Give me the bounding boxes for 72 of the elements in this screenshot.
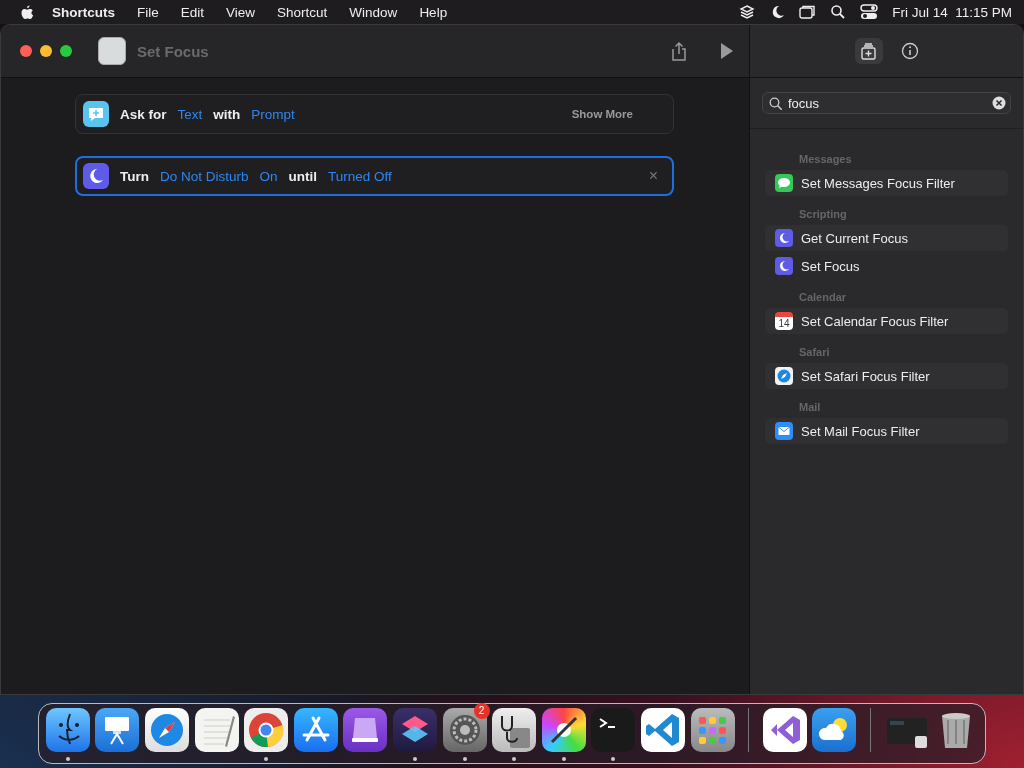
calendar-icon: 14 [775, 312, 793, 330]
envelope-icon [775, 422, 793, 440]
action-text: with [213, 106, 241, 122]
shortcut-icon[interactable] [98, 37, 126, 65]
close-button[interactable] [20, 45, 32, 57]
action-text: until [288, 168, 318, 184]
app-store-icon[interactable] [293, 708, 338, 752]
search-field[interactable]: focus [788, 95, 986, 111]
search-field[interactable]: focus [762, 92, 1011, 114]
section-header: Calendar [798, 290, 848, 305]
action-item[interactable]: Set Safari Focus Filter [765, 363, 1008, 389]
windows-icon[interactable] [799, 4, 817, 20]
compass-icon [775, 367, 793, 385]
search-icon [769, 96, 782, 110]
play-icon[interactable] [719, 42, 735, 60]
notification-badge: 2 [473, 703, 490, 719]
menu-item[interactable]: Edit [169, 4, 216, 20]
cloud-icon[interactable] [812, 708, 857, 752]
parameter-token[interactable]: On [259, 168, 278, 184]
grid-icon[interactable] [690, 708, 735, 752]
minimize-button[interactable] [40, 45, 52, 57]
window-title: Set Focus [137, 42, 210, 60]
menu-item[interactable]: View [215, 4, 267, 20]
app-menu[interactable]: Shortcuts [36, 4, 126, 20]
action-text: Turn [120, 168, 149, 184]
terminal-icon[interactable] [591, 708, 636, 752]
layers-icon[interactable] [393, 708, 437, 752]
speech-bubble-icon [83, 101, 109, 127]
section-header: Mail [798, 400, 822, 415]
menu-item[interactable]: Help [408, 4, 459, 20]
menu-clock[interactable]: Fri Jul 14 11:15 PM [892, 4, 1012, 20]
clear-icon[interactable] [992, 96, 1006, 110]
notepad-icon[interactable] [194, 708, 239, 752]
section-header: Safari [798, 345, 831, 360]
section-header: Scripting [798, 207, 848, 222]
info-icon[interactable] [900, 42, 919, 60]
zoom-button[interactable] [60, 45, 72, 57]
parameter-token[interactable]: Do Not Disturb [160, 168, 249, 184]
action-item[interactable]: 14 Set Calendar Focus Filter [765, 308, 1008, 334]
library-add-icon [860, 42, 877, 60]
layers-icon[interactable] [739, 4, 756, 20]
action-card[interactable]: Turn Do Not Disturb On until Turned Off × [75, 156, 674, 196]
section-header: Messages [798, 152, 853, 167]
show-more-button[interactable]: Show More [571, 108, 633, 120]
face-icon[interactable] [45, 708, 90, 752]
action-item[interactable]: Set Mail Focus Filter [765, 418, 1008, 444]
remove-button[interactable]: × [648, 167, 658, 185]
action-item[interactable]: Set Messages Focus Filter [765, 170, 1008, 196]
menu-item[interactable]: File [126, 4, 170, 20]
moon-icon [775, 229, 793, 247]
parameter-token[interactable]: Prompt [251, 106, 295, 122]
add-action-button[interactable] [854, 38, 883, 64]
stethoscope-icon[interactable] [492, 708, 537, 752]
moon-icon [83, 163, 109, 189]
menu-item[interactable]: Shortcut [266, 4, 339, 20]
gear-icon[interactable] [442, 708, 487, 752]
parameter-token[interactable]: Text [177, 106, 203, 122]
action-text: Ask for [120, 106, 167, 122]
action-item[interactable]: Get Current Focus [765, 225, 1008, 251]
moon-icon [775, 257, 793, 275]
chat-bubble-icon [775, 174, 793, 192]
podium-icon[interactable] [95, 708, 140, 752]
compass-icon[interactable] [145, 708, 190, 752]
action-card[interactable]: Ask for Text with Prompt Show More [75, 94, 674, 134]
parameter-token[interactable]: Turned Off [328, 168, 392, 184]
code-icon[interactable] [641, 708, 685, 752]
search-icon[interactable] [830, 4, 847, 20]
share-icon[interactable] [669, 40, 689, 62]
menu-item[interactable]: Window [338, 4, 409, 20]
tray-icon[interactable] [343, 708, 388, 752]
toggles-icon[interactable] [860, 3, 879, 21]
action-item[interactable]: Set Focus [765, 253, 1008, 279]
